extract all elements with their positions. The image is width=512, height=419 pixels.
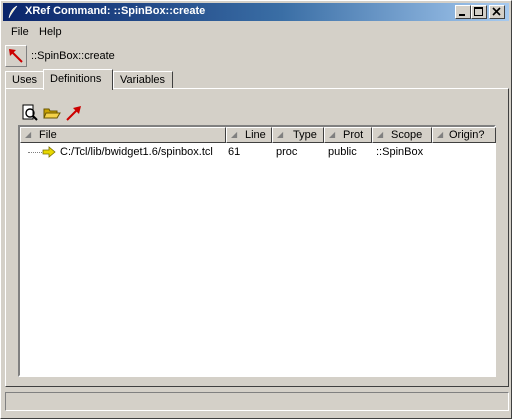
title-bar[interactable]: XRef Command: ::SpinBox::create xyxy=(3,3,509,21)
cell-prot: public xyxy=(328,146,357,158)
column-header-origin[interactable]: ◢ Origin? xyxy=(432,127,496,143)
column-header-type[interactable]: ◢ Type xyxy=(272,127,324,143)
maximize-button[interactable] xyxy=(471,5,487,19)
arrow-right-icon xyxy=(42,146,56,158)
tree-connector xyxy=(28,152,42,153)
column-header-scope[interactable]: ◢ Scope xyxy=(372,127,432,143)
goto-arrow-icon xyxy=(9,49,23,63)
status-bar xyxy=(5,392,509,411)
goto-definition-button[interactable] xyxy=(64,103,84,123)
sort-icon: ◢ xyxy=(329,130,336,139)
open-folder-button[interactable] xyxy=(42,103,62,123)
cell-scope: ::SpinBox xyxy=(376,146,424,158)
window-title: XRef Command: ::SpinBox::create xyxy=(25,5,206,17)
tab-variables[interactable]: Variables xyxy=(113,71,173,89)
column-header-prot[interactable]: ◢ Prot xyxy=(324,127,372,143)
tab-definitions[interactable]: Definitions xyxy=(43,69,113,90)
command-row: ::SpinBox::create xyxy=(3,45,509,67)
cell-file: C:/Tcl/lib/bwidget1.6/spinbox.tcl xyxy=(60,146,213,158)
menu-file[interactable]: File xyxy=(11,26,29,38)
cell-line: 61 xyxy=(228,146,241,158)
sort-icon: ◢ xyxy=(231,130,238,139)
app-window: XRef Command: ::SpinBox::create File Hel… xyxy=(0,0,512,419)
table-row[interactable]: C:/Tcl/lib/bwidget1.6/spinbox.tcl 61 pro… xyxy=(20,144,494,160)
sort-icon: ◢ xyxy=(377,130,384,139)
tab-uses[interactable]: Uses xyxy=(5,71,44,89)
definitions-panel: ◢ File ◢ Line ◢ Type ◢ Prot ◢ Scope ◢ Origin? … xyxy=(5,88,509,387)
command-name: ::SpinBox::create xyxy=(31,50,115,62)
menu-bar: File Help xyxy=(3,23,509,42)
close-button[interactable] xyxy=(489,5,505,19)
find-button[interactable] xyxy=(20,103,40,123)
column-header-file[interactable]: ◢ File xyxy=(20,127,226,143)
sort-icon: ◢ xyxy=(437,130,444,139)
goto-command-button[interactable] xyxy=(5,45,27,67)
close-icon xyxy=(492,7,501,16)
sort-icon: ◢ xyxy=(25,130,32,139)
menu-help[interactable]: Help xyxy=(39,26,62,38)
find-icon xyxy=(22,104,38,121)
open-folder-icon xyxy=(43,108,61,119)
minimize-button[interactable] xyxy=(455,5,471,19)
definitions-table[interactable]: ◢ File ◢ Line ◢ Type ◢ Prot ◢ Scope ◢ Origin? … xyxy=(18,125,496,377)
goto-arrow-icon xyxy=(66,106,81,121)
maximize-icon xyxy=(474,7,483,16)
feather-icon xyxy=(7,5,19,19)
minimize-icon xyxy=(459,14,465,16)
column-header-line[interactable]: ◢ Line xyxy=(226,127,272,143)
cell-type: proc xyxy=(276,146,298,158)
sort-icon: ◢ xyxy=(277,130,284,139)
